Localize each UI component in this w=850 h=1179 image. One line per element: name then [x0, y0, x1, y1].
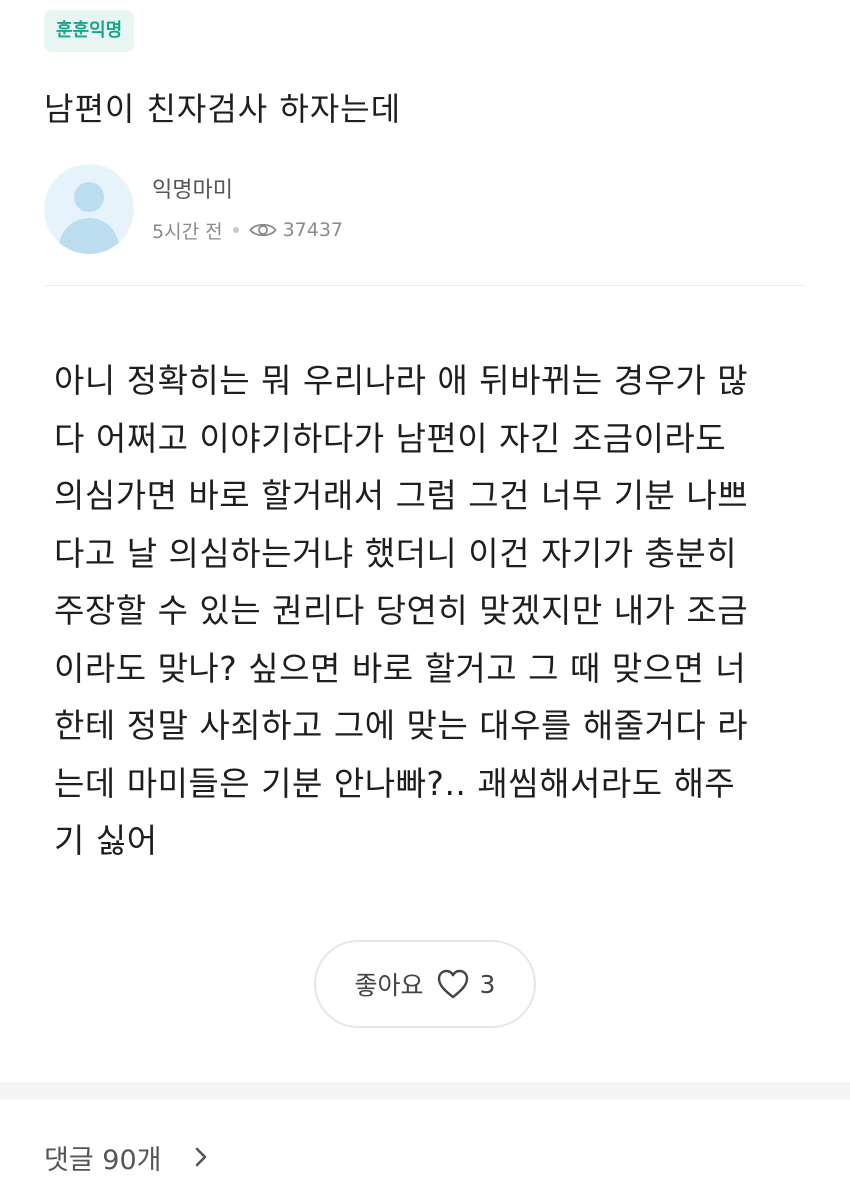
post-page: 훈훈익명 남편이 친자검사 하자는데 익명마미 5시간 전 37437 아니 정…: [0, 0, 850, 1177]
meta-separator-dot: [232, 227, 239, 233]
category-badge[interactable]: 훈훈익명: [44, 10, 135, 52]
like-label: 좋아요: [354, 971, 424, 1000]
section-gap: [0, 1082, 850, 1100]
eye-icon: [249, 223, 277, 237]
comments-link[interactable]: 댓글 90개: [44, 1135, 211, 1179]
author-avatar[interactable]: [44, 164, 134, 254]
avatar-body-shape: [59, 218, 119, 254]
like-button[interactable]: 좋아요 3: [314, 940, 536, 1028]
author-name[interactable]: 익명마미: [152, 175, 233, 207]
header-divider: [44, 285, 806, 286]
heart-icon: [437, 969, 468, 999]
post-body: 아니 정확히는 뭐 우리나라 애 뒤바뀌는 경우가 많 다 어쩌고 이야기하다가…: [54, 361, 749, 860]
post-meta: 5시간 전 37437: [152, 215, 343, 245]
avatar-head-shape: [74, 182, 104, 212]
comments-count-label: 댓글 90개: [44, 1144, 162, 1176]
post-title: 남편이 친자검사 하자는데: [44, 90, 402, 128]
view-count: 37437: [282, 219, 344, 241]
like-count: 3: [479, 969, 496, 999]
chevron-right-icon: [196, 1147, 207, 1167]
post-time: 5시간 전: [152, 220, 223, 243]
